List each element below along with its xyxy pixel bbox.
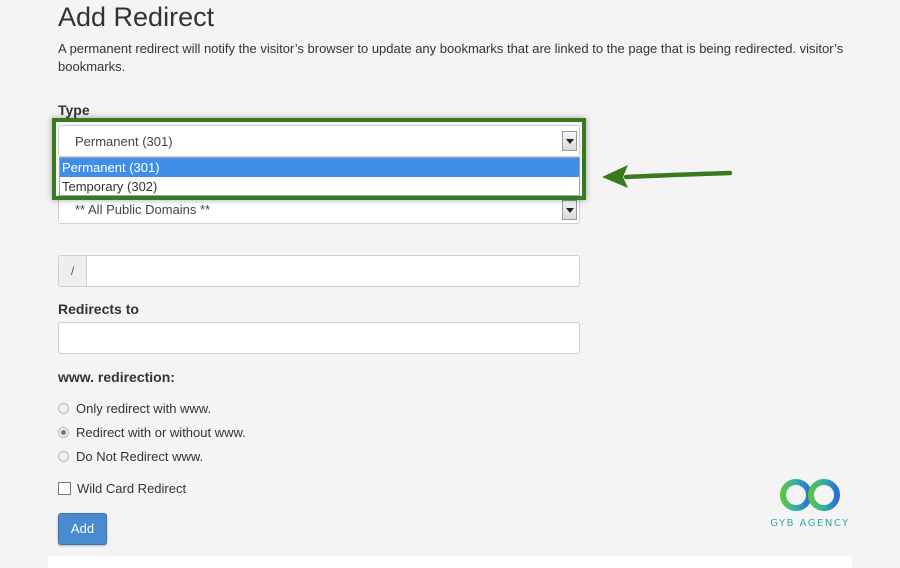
radio-button[interactable] <box>58 451 69 462</box>
highlight-box <box>52 118 586 200</box>
type-label: Type <box>58 102 90 118</box>
radio-button[interactable] <box>58 403 69 414</box>
radio-button-checked[interactable] <box>58 427 69 438</box>
wildcard-checkbox[interactable] <box>58 482 71 495</box>
radio-with-or-without-www[interactable]: Redirect with or without www. <box>58 425 246 440</box>
redirects-to-label: Redirects to <box>58 301 139 317</box>
logo-text: GYB AGENCY <box>770 518 850 529</box>
redirects-to-input[interactable] <box>58 322 580 354</box>
radio-no-www[interactable]: Do Not Redirect www. <box>58 449 203 464</box>
www-redirection-label: www. redirection: <box>58 369 175 385</box>
radio-label: Do Not Redirect www. <box>76 449 204 464</box>
page-title: Add Redirect <box>58 2 215 32</box>
path-input[interactable]: / <box>58 255 580 287</box>
wildcard-redirect[interactable]: Wild Card Redirect <box>58 481 186 496</box>
chevron-down-icon[interactable] <box>562 200 577 220</box>
content-panel <box>48 556 852 568</box>
domain-select-value: ** All Public Domains ** <box>75 202 211 217</box>
wildcard-label: Wild Card Redirect <box>77 481 187 496</box>
page-description: A permanent redirect will notify the vis… <box>58 41 844 74</box>
add-button[interactable]: Add <box>58 513 107 545</box>
radio-label: Only redirect with www. <box>76 401 212 416</box>
annotation-arrow-icon <box>602 165 733 188</box>
radio-only-www[interactable]: Only redirect with www. <box>58 401 211 416</box>
path-prefix: / <box>59 256 87 286</box>
radio-label: Redirect with or without www. <box>76 425 246 440</box>
